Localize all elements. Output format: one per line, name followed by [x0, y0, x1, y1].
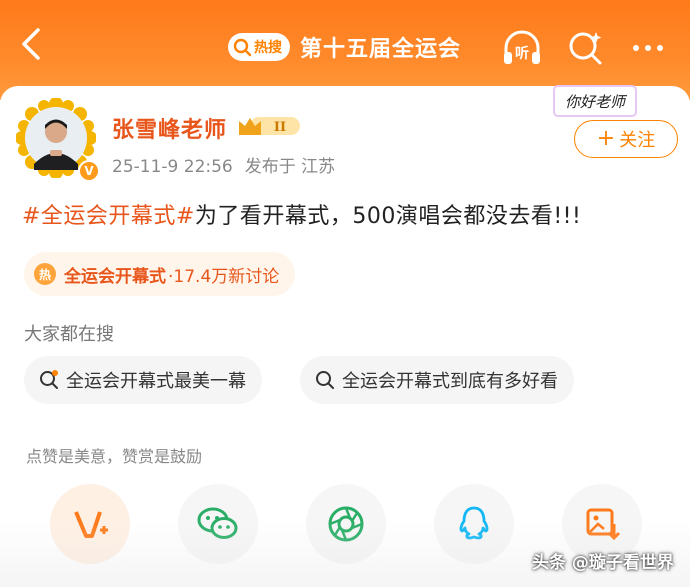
back-arrow-icon — [22, 28, 40, 60]
rank-badge-icon: II — [239, 117, 300, 135]
more-button[interactable] — [626, 26, 670, 70]
topic-chip[interactable]: 热 全运会开幕式 ·17.4万新讨论 — [24, 252, 296, 296]
post-body-text: 为了看开幕式，500演唱会都没去看!!! — [194, 204, 582, 229]
topic-name: 全运会开幕式 — [64, 266, 166, 287]
search-suggestion[interactable]: 全运会开幕式最美一幕 — [24, 356, 262, 404]
follow-button[interactable]: + 关注 — [574, 120, 678, 158]
sticker-text: 你好老师 — [565, 93, 628, 111]
vip-badge-icon: V — [78, 160, 100, 182]
hashtag-link[interactable]: #全运会开幕式# — [22, 204, 195, 229]
headphones-icon: 听 — [504, 30, 540, 64]
search-icon — [316, 371, 334, 389]
follow-label: 关注 — [619, 130, 656, 151]
search-section-label: 大家都在搜 — [24, 324, 114, 345]
plus-icon: + — [596, 126, 616, 151]
hot-topic-icon: 热 — [34, 263, 56, 285]
post-location: 发布于 江苏 — [244, 157, 336, 177]
more-dots-icon — [633, 45, 663, 51]
search-button[interactable] — [564, 26, 608, 70]
post-body: #全运会开幕式#为了看开幕式，500演唱会都没去看!!! — [22, 198, 581, 230]
search-sparkle-icon — [569, 32, 602, 65]
hot-search-badge: 热搜 — [228, 33, 290, 61]
search-suggestion-text: 全运会开幕式最美一幕 — [66, 371, 246, 392]
avatar[interactable]: V — [16, 98, 100, 182]
praise-text: 点赞是美意，赞赏是鼓励 — [26, 447, 203, 466]
post-meta: 25-11-9 22:56 发布于 江苏 — [112, 152, 335, 177]
watermark-text: 头条 @璇子看世界 — [532, 553, 674, 573]
search-suggestion-text: 全运会开幕式到底有多好看 — [342, 371, 558, 392]
title-group: 热搜 第十五届全运会 — [228, 30, 461, 64]
rank-level-text: II — [274, 120, 286, 135]
username[interactable]: 张雪峰老师 — [112, 112, 227, 144]
post-card: V 张雪峰老师 II 25-11-9 22:56 发布于 江苏 你好老师 + 关注… — [0, 85, 690, 587]
sticker-decoration: 你好老师 — [553, 85, 637, 117]
page-title: 第十五届全运会 — [300, 37, 462, 62]
listen-button[interactable]: 听 — [500, 26, 544, 70]
post-date: 25-11-9 22:56 — [112, 157, 233, 177]
hot-badge-label: 热搜 — [254, 40, 282, 56]
back-button[interactable] — [14, 24, 50, 64]
hot-search-icon — [40, 370, 58, 389]
search-suggestion[interactable]: 全运会开幕式到底有多好看 — [300, 356, 574, 404]
hot-search-icon — [233, 38, 252, 57]
listen-label: 听 — [515, 45, 529, 62]
topic-count: ·17.4万新讨论 — [168, 266, 280, 287]
